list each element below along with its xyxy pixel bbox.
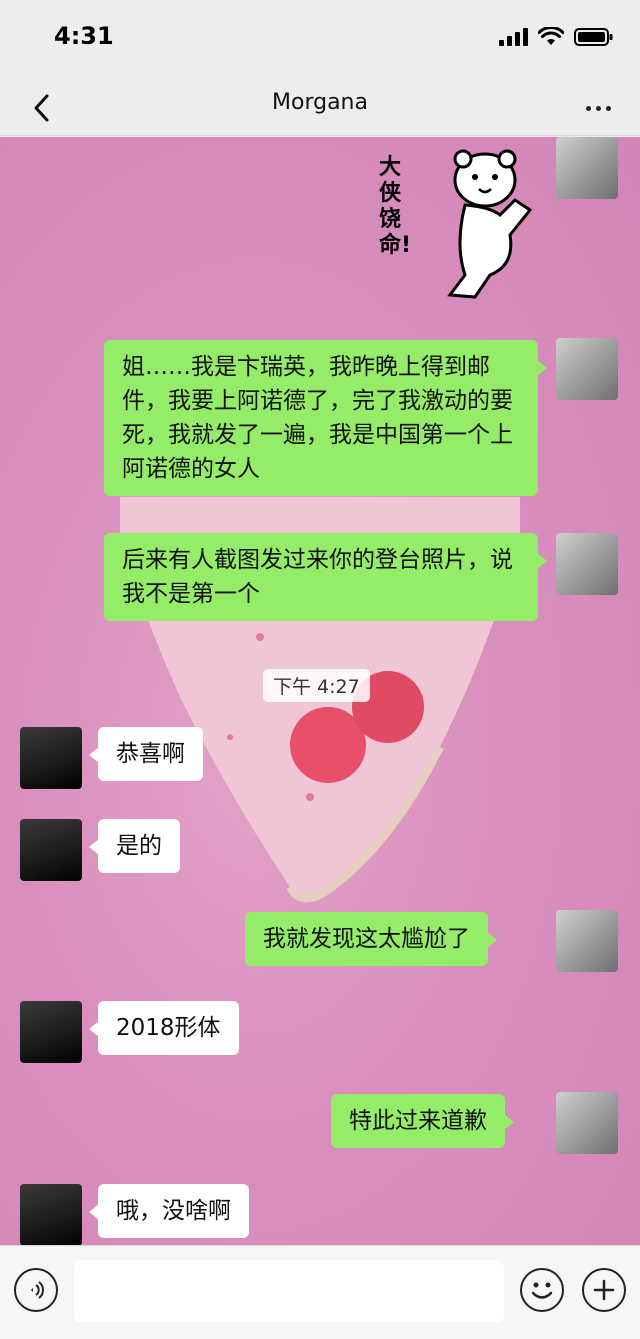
contact-avatar[interactable] <box>20 1001 82 1063</box>
more-icon-dot <box>595 105 601 111</box>
plus-icon <box>593 1279 615 1301</box>
my-avatar[interactable] <box>556 533 618 595</box>
battery-icon <box>574 28 613 46</box>
voice-input-button[interactable] <box>14 1268 58 1312</box>
chat-header: Morgana <box>0 80 640 136</box>
message-bubble-sent[interactable]: 后来有人截图发过来你的登台照片，说我不是第一个 <box>104 533 547 621</box>
message-bubble-received[interactable]: 是的 <box>89 819 180 873</box>
status-time: 4:31 <box>54 22 114 50</box>
status-bar: 4:31 <box>0 0 640 80</box>
message-bubble-sent[interactable]: 我就发现这太尴尬了 <box>245 912 497 966</box>
more-actions-button[interactable] <box>582 1268 626 1312</box>
contact-avatar[interactable] <box>20 819 82 881</box>
input-bar <box>0 1245 640 1339</box>
more-icon-dot <box>585 105 591 111</box>
chat-title: Morgana <box>272 90 368 115</box>
message-timestamp: 下午 4:27 <box>263 669 370 702</box>
wifi-icon <box>538 27 564 45</box>
bear-sticker-icon <box>447 149 533 299</box>
message-bubble-sent[interactable]: 姐……我是卞瑞英，我昨晚上得到邮件，我要上阿诺德了，完了我激动的要死，我就发了一… <box>104 340 547 496</box>
voice-icon <box>31 1281 44 1299</box>
my-avatar[interactable] <box>556 1092 618 1154</box>
sticker-caption: 大侠饶命! <box>379 155 412 258</box>
signal-icon <box>499 28 528 46</box>
sticker-message[interactable]: 大侠饶命! <box>365 145 545 315</box>
message-bubble-sent[interactable]: 特此过来道歉 <box>331 1094 514 1148</box>
my-avatar[interactable] <box>556 338 618 400</box>
message-bubble-received[interactable]: 恭喜啊 <box>89 727 203 781</box>
message-bubble-received[interactable]: 哦，没啥啊 <box>89 1184 249 1238</box>
contact-avatar[interactable] <box>20 727 82 789</box>
emoji-button[interactable] <box>520 1268 564 1312</box>
status-icons <box>499 27 614 47</box>
more-icon-dot <box>605 105 611 111</box>
contact-avatar[interactable] <box>20 1184 82 1245</box>
message-input[interactable] <box>74 1260 504 1322</box>
message-bubble-received[interactable]: 2018形体 <box>89 1001 239 1055</box>
chat-messages[interactable]: 大侠饶命! 姐……我是卞瑞英，我昨晚上得到邮件，我要上阿诺德了，完了我激动的要死… <box>0 137 640 1245</box>
my-avatar[interactable] <box>556 137 618 199</box>
emoji-icon <box>531 1282 553 1299</box>
more-options-button[interactable] <box>578 88 618 128</box>
my-avatar[interactable] <box>556 910 618 972</box>
